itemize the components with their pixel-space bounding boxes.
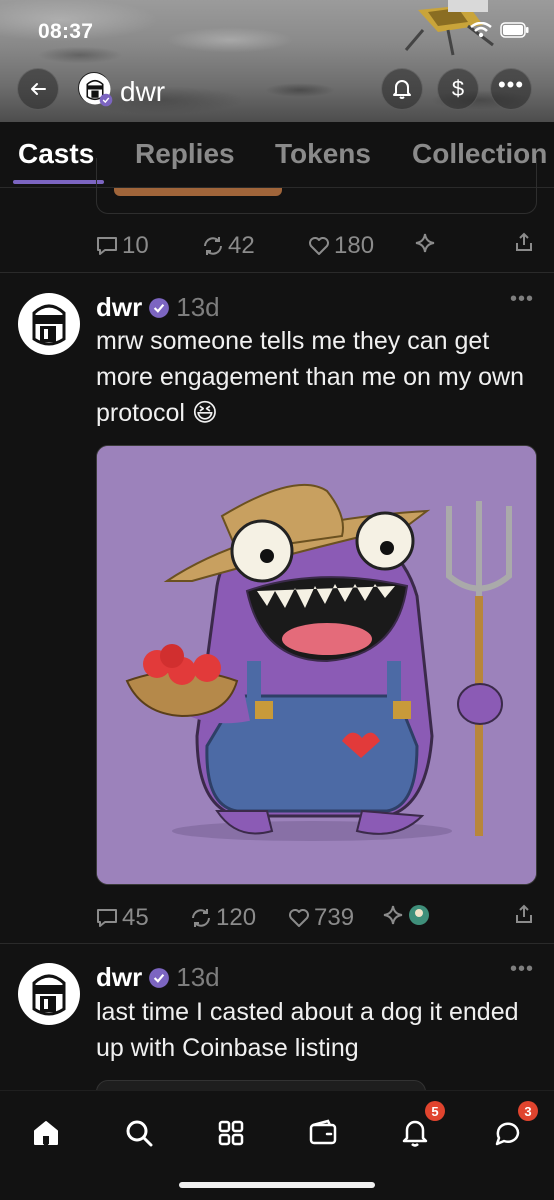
recast-count: 42: [228, 232, 255, 259]
tab-casts[interactable]: Casts: [18, 138, 94, 170]
home-icon: [34, 1121, 58, 1145]
reply-button[interactable]: 45: [96, 904, 149, 932]
nav-notifications[interactable]: 5: [395, 1101, 445, 1153]
like-count: 180: [334, 232, 375, 259]
sparkle-icon: [383, 905, 403, 925]
post-timestamp: 13d: [176, 962, 220, 992]
avatar-face-image: [19, 964, 79, 1024]
verified-badge-icon: [99, 93, 113, 107]
share-icon: [516, 904, 532, 923]
share-button[interactable]: [514, 904, 534, 924]
post-header: dwr 13d: [96, 292, 220, 323]
sparkle-button[interactable]: [382, 904, 430, 926]
status-bar-icons: [470, 22, 530, 38]
nav-wallet[interactable]: [303, 1113, 343, 1153]
notifications-icon: [402, 1120, 428, 1147]
messages-badge: 3: [518, 1101, 538, 1121]
sparker-avatar-icon: [409, 905, 429, 925]
post-author-name[interactable]: dwr: [96, 962, 142, 993]
share-icon: [516, 232, 532, 251]
heart-icon: [309, 237, 329, 255]
recast-button[interactable]: 42: [202, 232, 255, 260]
sparkle-button[interactable]: [414, 232, 436, 254]
avatar-face-image: [19, 294, 79, 354]
nav-search[interactable]: [119, 1113, 159, 1153]
messages-icon: [495, 1122, 520, 1146]
ellipsis-icon: •••: [509, 288, 534, 310]
post-divider: [0, 943, 554, 944]
status-bar-time: 08:37: [38, 20, 94, 43]
profile-header-banner: 08:37 dwr $ •••: [0, 0, 554, 122]
post-image-monster[interactable]: [96, 445, 537, 885]
nav-messages[interactable]: 3: [488, 1101, 538, 1153]
reply-count: 45: [122, 904, 149, 931]
header-profile-name: dwr: [120, 76, 166, 107]
recast-icon: [192, 909, 210, 927]
nav-apps[interactable]: [211, 1113, 251, 1153]
notify-button[interactable]: [381, 68, 423, 110]
dollar-icon: $: [451, 76, 465, 101]
more-options-button[interactable]: •••: [490, 68, 532, 110]
share-button[interactable]: [514, 232, 534, 252]
battery-icon: [500, 22, 529, 38]
apps-icon: [218, 1120, 244, 1146]
post-author-avatar[interactable]: [18, 963, 80, 1025]
previous-post-image: [114, 188, 282, 196]
post-header: dwr 13d: [96, 962, 220, 993]
recast-icon: [204, 237, 222, 255]
post-author-avatar[interactable]: [18, 293, 80, 355]
post-divider: [0, 272, 554, 273]
post-author-name[interactable]: dwr: [96, 292, 142, 323]
home-indicator: [179, 1182, 375, 1188]
sparkle-icon: [415, 233, 435, 253]
previous-post-embed[interactable]: [96, 158, 537, 214]
post-text: last time I casted about a dog it ended …: [96, 998, 519, 1062]
reply-icon: [97, 909, 117, 927]
active-tab-indicator: [13, 180, 104, 184]
wifi-icon: [470, 22, 492, 38]
post-actions: 45 120 739: [96, 904, 536, 932]
tip-button[interactable]: $: [437, 68, 479, 110]
verified-badge-icon: [149, 967, 170, 988]
post-more-button[interactable]: •••: [510, 958, 534, 981]
reply-count: 10: [122, 232, 149, 259]
reply-button[interactable]: 10: [96, 232, 149, 260]
notifications-badge: 5: [425, 1101, 445, 1121]
recast-button[interactable]: 120: [190, 904, 256, 932]
nav-home[interactable]: [26, 1113, 66, 1153]
ellipsis-icon: •••: [509, 958, 534, 980]
heart-icon: [289, 909, 309, 927]
search-icon: [126, 1120, 153, 1147]
verified-badge-icon: [149, 297, 170, 318]
ellipsis-icon: •••: [497, 72, 525, 97]
post-timestamp: 13d: [176, 292, 220, 322]
bell-icon: [393, 80, 411, 99]
reply-icon: [97, 237, 117, 255]
previous-post-actions: 10 42 180: [96, 232, 536, 260]
purple-monster-farmer-illustration: [97, 446, 536, 884]
like-count: 739: [314, 904, 355, 931]
post-text: mrw someone tells me they can get more e…: [96, 327, 525, 427]
recast-count: 120: [216, 904, 257, 931]
back-button[interactable]: [17, 68, 59, 110]
arrow-left-icon: [31, 83, 46, 95]
header-avatar[interactable]: [78, 72, 113, 107]
post-more-button[interactable]: •••: [510, 288, 534, 311]
like-button[interactable]: 180: [308, 232, 374, 260]
wallet-icon: [309, 1119, 337, 1145]
like-button[interactable]: 739: [288, 904, 354, 932]
